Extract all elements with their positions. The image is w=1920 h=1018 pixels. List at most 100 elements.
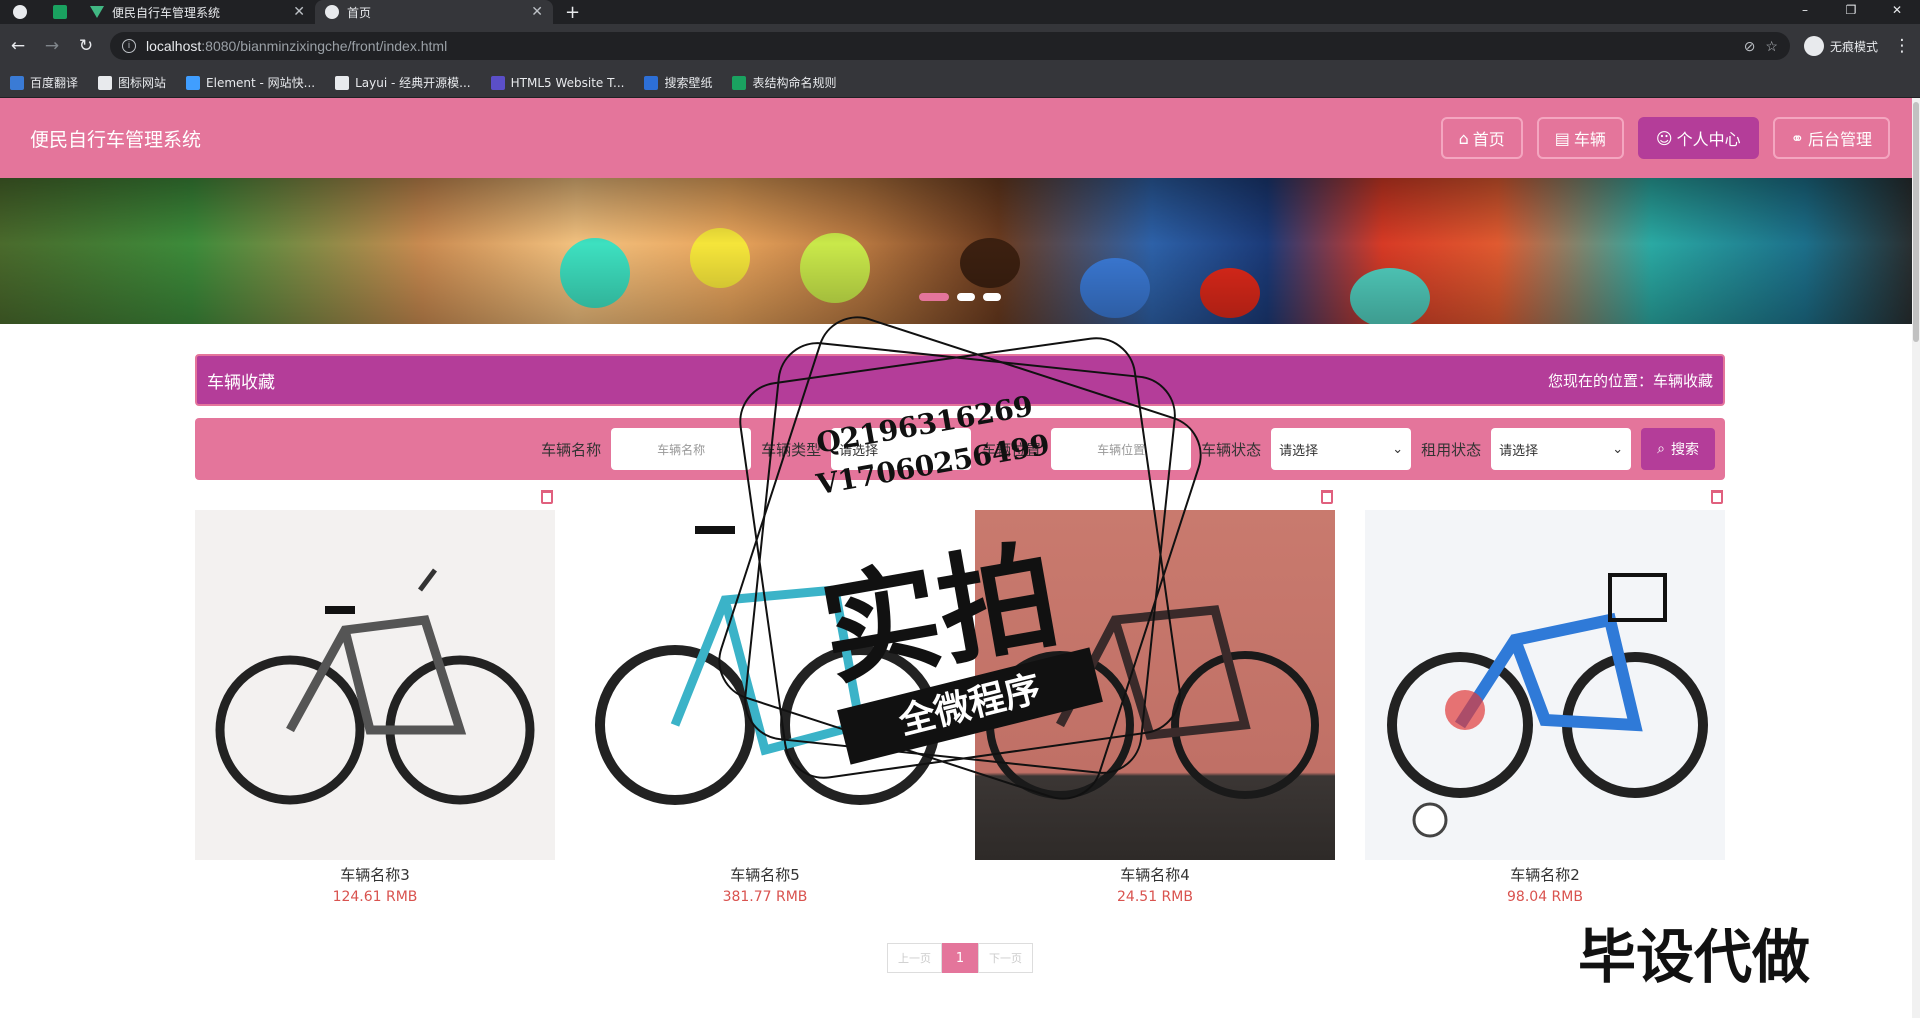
close-icon[interactable]: ✕ (293, 4, 305, 20)
carousel-dot[interactable] (957, 293, 975, 301)
vehicle-name[interactable]: 车辆名称2 (1365, 864, 1725, 885)
name-input[interactable]: 车辆名称 (611, 428, 752, 470)
new-tab-icon[interactable]: + (565, 2, 580, 23)
bookmark-label: HTML5 Website T... (510, 75, 625, 90)
globe-icon (13, 5, 27, 19)
vehicle-grid: 车辆名称3 124.61 RMB 车辆名称5 381.77 RMB 车辆名称4 … (195, 490, 1725, 905)
tab-pinned-1[interactable] (0, 0, 40, 24)
banner-shade (0, 178, 1920, 324)
carousel-dot[interactable] (919, 293, 949, 301)
nav-home[interactable]: ⌂ 首页 (1440, 117, 1523, 159)
bookmark-label: 搜索壁纸 (664, 76, 713, 90)
url-host: localhost (146, 38, 202, 54)
vehicle-card[interactable]: 车辆名称2 98.04 RMB (1365, 490, 1725, 905)
next-page-button[interactable]: 下一页 (978, 943, 1033, 973)
close-icon[interactable]: ✕ (531, 4, 543, 20)
vehicle-card[interactable]: 车辆名称5 381.77 RMB (585, 490, 945, 905)
search-bar: 车辆名称 车辆名称 车辆类型 请选择 ⌄ 车辆位置 车辆位置 车辆状态 请选择 ⌄ … (195, 418, 1725, 480)
rent-select[interactable]: 请选择 ⌄ (1491, 428, 1632, 470)
back-icon[interactable]: ← (8, 36, 28, 56)
bicycle-icon (986, 605, 1319, 799)
top-nav: ⌂ 首页 ▤ 车辆 ☺ 个人中心 ⚭ 后台管理 (1440, 117, 1890, 159)
page-scrollbar[interactable] (1912, 98, 1920, 1018)
layui-icon (335, 75, 350, 90)
section-title: 车辆收藏 (207, 372, 275, 393)
vehicle-card[interactable]: 车辆名称4 24.51 RMB (975, 490, 1335, 905)
vehicle-price: 124.61 RMB (332, 889, 418, 905)
bicycle-icon (595, 526, 940, 805)
html5-icon (490, 75, 505, 90)
wallpaper-icon (644, 75, 659, 90)
nav-user-center[interactable]: ☺ 个人中心 (1637, 117, 1759, 159)
carousel-dot[interactable] (983, 293, 1001, 301)
type-label: 车辆类型 (761, 440, 822, 459)
pagination: 上一页 1 下一页 (195, 943, 1725, 973)
banner-carousel[interactable] (0, 178, 1920, 324)
bookmark-item[interactable]: Element - 网站快... (186, 74, 315, 91)
url-bar[interactable]: i localhost:8080/bianminzixingche/front/… (110, 32, 1790, 60)
tab-pinned-2[interactable] (40, 0, 80, 24)
search-icon: ⌕ (1657, 441, 1665, 457)
restore-icon[interactable]: ❐ (1828, 0, 1874, 20)
nav-label: 车辆 (1573, 130, 1606, 149)
bookmark-item[interactable]: 图标网站 (98, 74, 166, 91)
nav-admin[interactable]: ⚭ 后台管理 (1772, 117, 1890, 159)
vehicle-name[interactable]: 车辆名称5 (585, 864, 945, 885)
vehicle-card[interactable]: 车辆名称3 124.61 RMB (195, 490, 555, 905)
type-select[interactable]: 请选择 ⌄ (831, 428, 972, 470)
delete-icon[interactable] (1711, 490, 1723, 504)
status-select[interactable]: 请选择 ⌄ (1271, 428, 1412, 470)
globe-icon (325, 5, 339, 19)
vehicle-name[interactable]: 车辆名称3 (195, 864, 555, 885)
menu-icon[interactable]: ⋮ (1892, 36, 1912, 56)
nav-label: 后台管理 (1807, 130, 1872, 149)
site-header: 便民自行车管理系统 ⌂ 首页 ▤ 车辆 ☺ 个人中心 ⚭ 后台管理 (0, 98, 1920, 178)
bookmark-icon (10, 75, 24, 90)
reload-icon[interactable]: ↻ (76, 36, 96, 56)
bookmark-item[interactable]: HTML5 Website T... (490, 75, 625, 90)
vehicle-name[interactable]: 车辆名称4 (975, 864, 1335, 885)
bookmark-label: 图标网站 (118, 76, 167, 90)
nav-vehicle[interactable]: ▤ 车辆 (1536, 117, 1624, 159)
star-icon[interactable]: ☆ (1765, 38, 1778, 55)
sheet-icon (53, 5, 67, 19)
eye-off-icon[interactable]: ⊘ (1744, 38, 1756, 55)
forward-icon[interactable]: → (42, 36, 62, 56)
info-icon[interactable]: i (122, 39, 136, 53)
breadcrumb: 您现在的位置：车辆收藏 (1547, 371, 1713, 390)
bicycle-icon (215, 568, 535, 805)
bookmark-item[interactable]: 百度翻译 (10, 74, 78, 91)
element-icon (186, 75, 201, 90)
bookmark-item[interactable]: 表结构命名规则 (732, 74, 836, 91)
page-number-current[interactable]: 1 (942, 943, 978, 973)
bookmarks-bar: 百度翻译 图标网站 Element - 网站快... Layui - 经典开源模… (0, 68, 1920, 98)
rent-select-value: 请选择 (1499, 443, 1539, 459)
incognito-label: 无痕模式 (1829, 39, 1878, 54)
position-input[interactable]: 车辆位置 (1051, 428, 1192, 470)
vehicle-image[interactable] (195, 510, 555, 860)
flag-icon (98, 75, 113, 90)
bookmark-item[interactable]: Layui - 经典开源模... (335, 74, 471, 91)
site-title: 便民自行车管理系统 (30, 128, 202, 151)
vue-icon (90, 6, 104, 18)
vehicle-image[interactable] (1365, 510, 1725, 860)
vehicle-image[interactable] (585, 510, 945, 860)
incognito-badge[interactable]: 无痕模式 (1803, 36, 1878, 56)
chevron-down-icon: ⌄ (1392, 441, 1404, 457)
vehicle-image[interactable] (975, 510, 1335, 860)
link-icon: ⚭ (1790, 128, 1804, 148)
vehicle-icon: ▤ (1554, 128, 1570, 148)
delete-icon[interactable] (541, 490, 553, 504)
bookmark-item[interactable]: 搜索壁纸 (644, 74, 712, 91)
chevron-down-icon: ⌄ (952, 441, 964, 457)
minimize-icon[interactable]: – (1782, 0, 1828, 20)
browser-tabbar: 便民自行车管理系统 ✕ 首页 ✕ + – ❐ ✕ (0, 0, 1920, 24)
name-label: 车辆名称 (541, 440, 602, 459)
vehicle-price: 24.51 RMB (1117, 889, 1193, 905)
tab-admin[interactable]: 便民自行车管理系统 ✕ (80, 0, 315, 24)
tab-home[interactable]: 首页 ✕ (315, 0, 553, 24)
search-button[interactable]: ⌕ 搜索 (1641, 428, 1715, 470)
close-window-icon[interactable]: ✕ (1874, 0, 1920, 20)
delete-icon[interactable] (1321, 490, 1333, 504)
prev-page-button[interactable]: 上一页 (887, 943, 942, 973)
